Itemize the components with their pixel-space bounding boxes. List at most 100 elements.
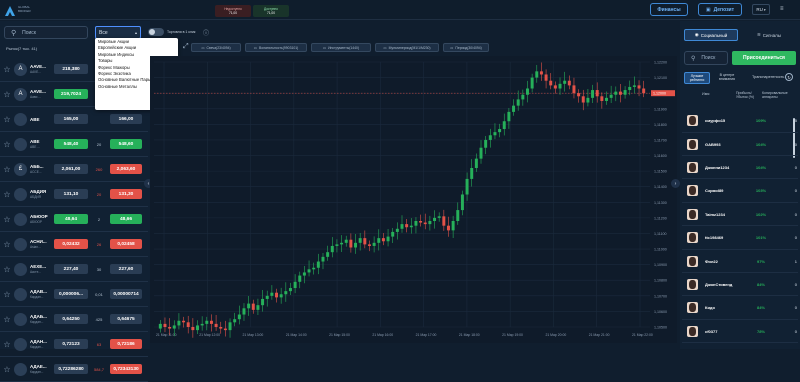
trader-search-input[interactable]: ⚲ Поиск — [684, 51, 728, 65]
favorite-star-icon[interactable]: ☆ — [0, 315, 14, 324]
buy-price-button[interactable]: 548,60 — [110, 139, 142, 149]
trader-row[interactable]: Кидо 84% 0 — [682, 297, 798, 320]
sell-price-button[interactable]: 218,380 — [54, 64, 88, 74]
buy-price-button[interactable]: 0,02458 — [110, 239, 142, 249]
favorite-star-icon[interactable]: ☆ — [0, 190, 14, 199]
market-row[interactable]: ☆ АБДИЯ АБДИЯ 131,10 20 131,30 — [0, 182, 148, 207]
tab-available[interactable]: Доступно 71,00 — [253, 5, 289, 17]
join-button[interactable]: Присоединиться — [732, 51, 796, 65]
trader-row[interactable]: ttc198469 101% 0 — [682, 227, 798, 250]
sell-price-button[interactable]: 131,10 — [54, 189, 88, 199]
trader-row[interactable]: Фил22 97% 1 — [682, 250, 798, 273]
favorite-star-icon[interactable]: ☆ — [0, 65, 14, 74]
sell-price-button[interactable]: 0,72123 — [54, 339, 88, 349]
candle-body — [205, 320, 209, 324]
sell-price-button[interactable]: 0,000006... — [54, 289, 88, 299]
menu-icon[interactable]: ≡ — [780, 6, 784, 12]
sell-price-button[interactable]: 2,061,00 — [54, 164, 88, 174]
language-select[interactable]: RU ▾ — [752, 4, 770, 15]
favorite-star-icon[interactable]: ☆ — [0, 215, 14, 224]
buy-price-button[interactable]: 48,66 — [110, 214, 142, 224]
y-tick-label: 1,11600 — [654, 154, 667, 158]
trader-row[interactable]: GAB993 104% 0 — [682, 133, 798, 156]
avatar — [687, 208, 698, 220]
buy-price-button[interactable]: 0,00000714 — [110, 289, 142, 299]
trader-row[interactable]: ДжонСтивенд 84% 0 — [682, 274, 798, 297]
favorite-star-icon[interactable]: ☆ — [0, 165, 14, 174]
chart-tool-label: Период(30/4094) — [455, 45, 482, 50]
favorite-star-icon[interactable]: ☆ — [0, 140, 14, 149]
trader-row[interactable]: Сэрмоl89 103% 0 — [682, 180, 798, 203]
tab-signals[interactable]: ≋ Сигналы — [742, 29, 796, 41]
finance-button[interactable]: Финансы — [650, 3, 688, 16]
market-row[interactable]: ☆ АДАВ... Кардан... 0,000006... 0,01 0,000007… — [0, 282, 148, 307]
market-row[interactable]: ☆ АЕХЕ... Аксте... 227,40 30 227,60 — [0, 257, 148, 282]
chart-area[interactable]: 1,12200 1,12100 1,12000 1,11900 1,11800 1,117… — [150, 56, 677, 343]
chart-tool-3[interactable]: ▭ Инструменты(1440) — [311, 43, 371, 52]
candle-body — [470, 168, 474, 179]
market-search-input[interactable]: ⚲ Поиск — [4, 26, 88, 39]
tab-social[interactable]: ◉ Социальный — [684, 29, 738, 41]
instrument-flag-icon — [14, 237, 27, 251]
tab-unavailable[interactable]: Недоступно 71,00 — [215, 5, 251, 17]
market-row[interactable]: ☆ АБЮОР АБЮОР 48,64 2 48,66 — [0, 207, 148, 232]
price-chart[interactable]: 1,12200 1,12100 1,12000 1,11900 1,11800 1,117… — [150, 56, 677, 343]
sell-price-button[interactable]: 0,72286280 — [54, 364, 88, 374]
collapse-right-icon[interactable]: › — [671, 179, 680, 188]
candle-body — [177, 320, 181, 326]
favorite-star-icon[interactable]: ☆ — [0, 365, 14, 374]
favorite-star-icon[interactable]: ☆ — [0, 340, 14, 349]
chart-tool-5[interactable]: ▭ Период(30/4094) — [443, 43, 489, 52]
market-row[interactable]: ☆ АДАЕ... Кардан... 0,72286280 584,7 0,723431… — [0, 357, 148, 382]
filter-top-rated[interactable]: Лучшие рейтинги — [684, 72, 710, 84]
buy-price-button[interactable]: 131,30 — [110, 189, 142, 199]
sell-price-button[interactable]: 548,40 — [54, 139, 88, 149]
sell-price-button[interactable]: 48,64 — [54, 214, 88, 224]
column-market-header[interactable]: Рынок(7 тыс. 41) — [6, 46, 37, 51]
info-icon[interactable]: ⓘ — [203, 28, 209, 37]
buy-price-button[interactable]: 2,063,60 — [110, 164, 142, 174]
market-row[interactable]: ☆ АСНИ... Аsian... 0,02432 26 0,02458 — [0, 232, 148, 257]
x-tick-label: 21 Мар 18:00 — [459, 333, 480, 337]
market-row[interactable]: ☆ ABE 165,00 166,00 — [0, 107, 148, 132]
transparency-icon[interactable]: ↻ — [785, 73, 793, 81]
chart-tool-1[interactable]: ▭ Свеча(23/4094) — [191, 43, 241, 52]
trader-row[interactable]: смурфи15 109% 5 — [682, 110, 798, 133]
favorite-star-icon[interactable]: ☆ — [0, 290, 14, 299]
buy-price-button[interactable]: 227,60 — [110, 264, 142, 274]
sell-price-button[interactable]: 0,02432 — [54, 239, 88, 249]
buy-price-button[interactable]: 0,72343130 — [110, 364, 142, 374]
broker-logo-icon[interactable] — [3, 4, 17, 16]
candle-body — [409, 225, 413, 228]
filter-transparency[interactable]: Транспарентность — [752, 75, 784, 79]
sell-price-button[interactable]: 0,64250 — [54, 314, 88, 324]
buy-price-button[interactable]: 166,00 — [110, 114, 142, 124]
favorite-star-icon[interactable]: ☆ — [0, 240, 14, 249]
favorite-star-icon[interactable]: ☆ — [0, 115, 14, 124]
sell-price-button[interactable]: 219,7024 — [54, 89, 88, 99]
favorite-star-icon[interactable]: ☆ — [0, 90, 14, 99]
market-row[interactable]: ☆ АДАН... Кардан... 0,72123 63 0,72186 — [0, 332, 148, 357]
buy-price-button[interactable]: 0,72186 — [110, 339, 142, 349]
market-row[interactable]: ☆ АДАБ... Кардан... 0,64250 425 0,64675 — [0, 307, 148, 332]
market-row[interactable]: ☆ £ АББ... ACCE... 2,061,00 260 2,063,60 — [0, 157, 148, 182]
sell-price-button[interactable]: 227,40 — [54, 264, 88, 274]
one-click-toggle[interactable] — [148, 28, 164, 36]
favorite-star-icon[interactable]: ☆ — [0, 265, 14, 274]
candle-body — [196, 325, 199, 331]
buy-price-button[interactable]: 0,64675 — [110, 314, 142, 324]
deposit-button[interactable]: ▣ Депозит — [698, 3, 742, 16]
trader-row[interactable]: Taimz1234 102% 0 — [682, 204, 798, 227]
filter-spotlight[interactable]: В центре внимания — [714, 72, 740, 84]
chart-tool-2[interactable]: ▭ Волатильность(9903101) — [245, 43, 307, 52]
sell-price-button[interactable]: 165,00 — [54, 114, 88, 124]
candle-body — [358, 238, 362, 243]
trader-search-placeholder: Поиск — [701, 55, 716, 61]
candle-body — [577, 93, 581, 97]
trader-row[interactable]: Джонни1234 104% 0 — [682, 157, 798, 180]
instrument-name: АБЮОР АБЮОР — [30, 214, 52, 225]
chart-tool-4[interactable]: ▭ Мультипериод(М1/1/М230) — [375, 43, 439, 52]
market-row[interactable]: ☆ ABE ABE ... 548,40 20 548,60 — [0, 132, 148, 157]
expand-icon[interactable]: ⤢ — [183, 43, 189, 51]
trader-row[interactable]: cf0377 78% 0 — [682, 321, 798, 344]
